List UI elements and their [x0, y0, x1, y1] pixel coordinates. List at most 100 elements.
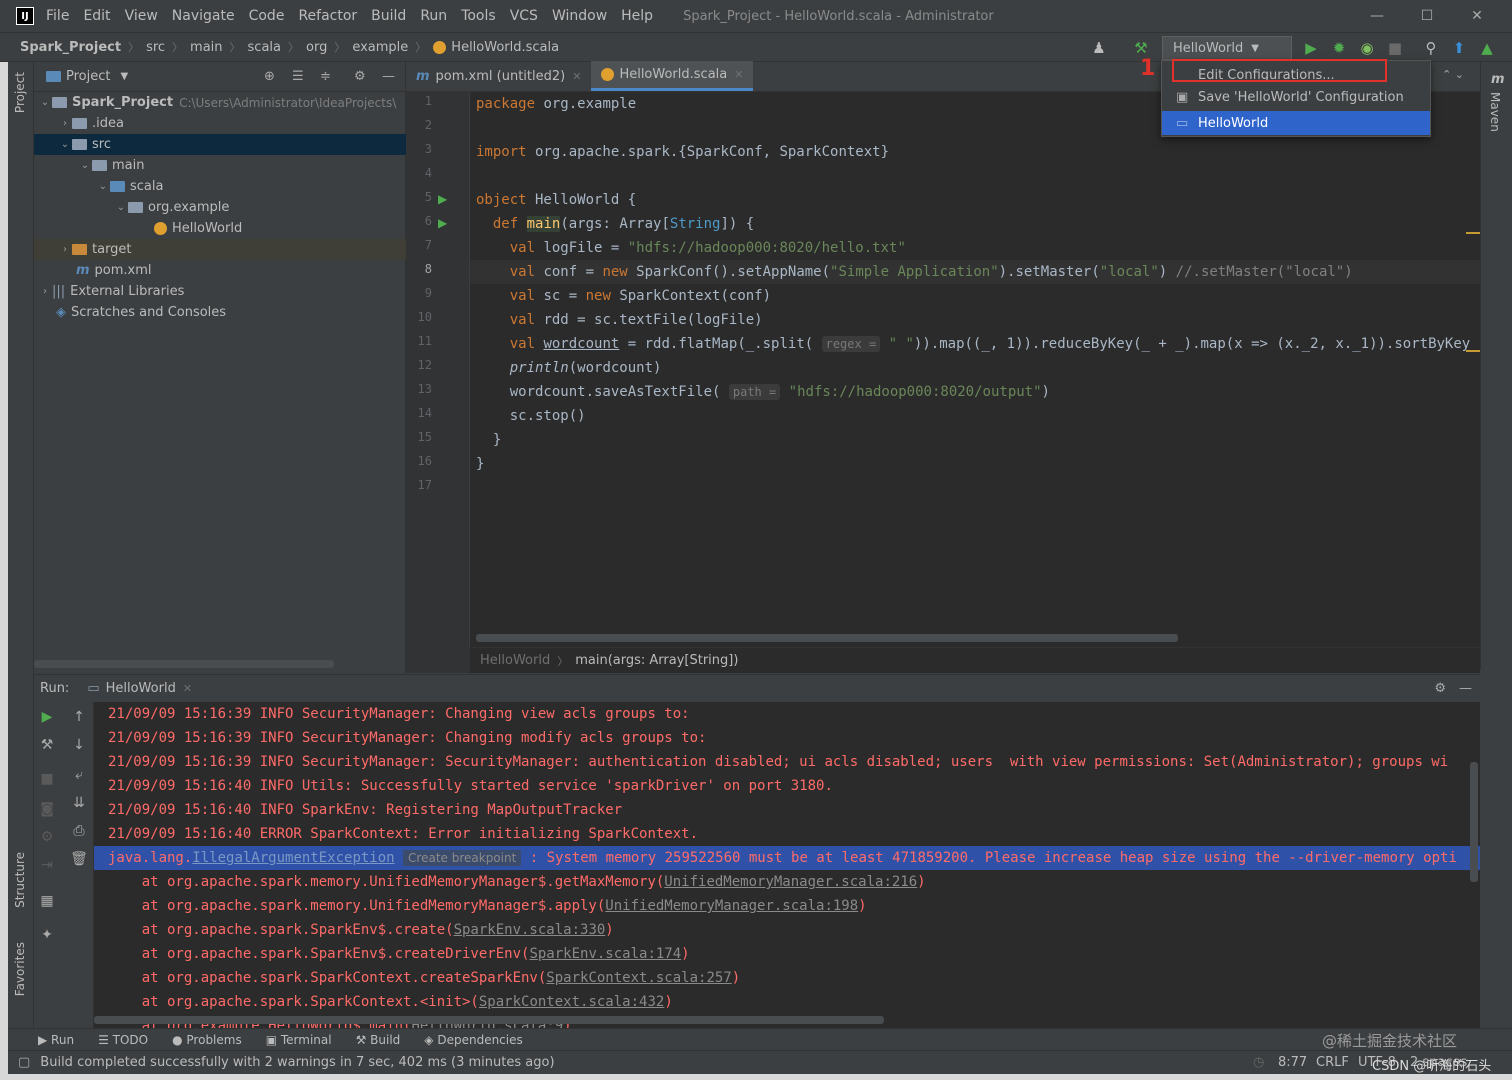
chevron-down-icon[interactable]: ⌄ [38, 97, 52, 108]
tool-tab-run[interactable]: ▶ Run [38, 1033, 74, 1047]
update-icon[interactable]: ⬆ [1448, 37, 1470, 59]
minimize-button[interactable]: — [1352, 0, 1402, 32]
scroll-to-end-icon[interactable]: ⇊ [68, 792, 90, 814]
breadcrumb-object[interactable]: HelloWorld [480, 653, 550, 668]
menu-help[interactable]: Help [621, 8, 653, 24]
exit-icon[interactable]: ⇥ [36, 854, 58, 876]
tree-item-main[interactable]: ⌄ main [34, 155, 406, 176]
project-panel-title[interactable]: Project [66, 69, 110, 84]
breadcrumb-file[interactable]: HelloWorld.scala [451, 40, 559, 55]
arrow-up-icon[interactable]: ↑ [68, 706, 90, 728]
close-icon[interactable]: ✕ [183, 682, 192, 695]
tree-item-target[interactable]: › target [34, 239, 406, 260]
tree-item-spark-project[interactable]: ⌄ Spark_Project C:\Users\Administrator\I… [34, 92, 406, 113]
camera-icon[interactable]: ◙ [36, 798, 58, 820]
breadcrumb-org[interactable]: org [306, 40, 327, 55]
source-link[interactable]: UnifiedMemoryManager.scala:216 [664, 874, 917, 890]
wrench-icon[interactable]: ⚒ [36, 734, 58, 756]
tool-tab-problems[interactable]: ● Problems [172, 1033, 242, 1047]
breadcrumb-example[interactable]: example [352, 40, 408, 55]
chevron-down-icon[interactable]: ⌄ [58, 139, 72, 150]
tree-item-pom-xml[interactable]: m pom.xml [34, 260, 406, 281]
save-configuration-item[interactable]: ▣ Save 'HelloWorld' Configuration [1162, 85, 1430, 109]
warning-marker[interactable] [1466, 232, 1480, 234]
tool-tab-build[interactable]: ⚒ Build [356, 1033, 401, 1047]
chevron-right-icon[interactable]: › [58, 244, 72, 255]
breadcrumb-src[interactable]: src [146, 40, 165, 55]
breadcrumb-method[interactable]: main(args: Array[String]) [575, 653, 738, 668]
project-tool-button[interactable]: Project [13, 72, 27, 113]
stop-icon[interactable]: ■ [36, 768, 58, 790]
arrow-down-icon[interactable]: ↓ [68, 734, 90, 756]
horizontal-scrollbar[interactable] [34, 660, 334, 668]
expand-all-icon[interactable]: ☰ [292, 69, 304, 84]
tree-item-helloworld[interactable]: HelloWorld [34, 218, 406, 239]
tab-helloworld-scala[interactable]: HelloWorld.scala ✕ [591, 61, 754, 91]
tree-item-idea[interactable]: › .idea [34, 113, 406, 134]
hide-panel-icon[interactable]: — [382, 69, 395, 84]
stop-icon[interactable]: ■ [1384, 37, 1406, 59]
chevron-down-icon[interactable]: ⌄ [78, 160, 92, 171]
structure-tool-button[interactable]: Structure [13, 852, 27, 908]
coverage-icon[interactable]: ◉ [1356, 37, 1378, 59]
favorites-tool-button[interactable]: Favorites [13, 942, 27, 996]
run-gutter-icon[interactable]: ▶ [438, 216, 447, 230]
trash-icon[interactable]: 🗑 [68, 848, 90, 870]
tree-item-scala[interactable]: ⌄ scala [34, 176, 406, 197]
chevron-down-icon[interactable]: ⌄ [96, 181, 110, 192]
editor-horizontal-scrollbar[interactable] [476, 634, 1178, 642]
line-separator[interactable]: CRLF [1316, 1055, 1349, 1070]
tree-item-scratches[interactable]: ◈ Scratches and Consoles [34, 302, 406, 323]
breadcrumb-scala[interactable]: scala [248, 40, 281, 55]
console-output[interactable]: 21/09/09 15:16:39 INFO SecurityManager: … [94, 702, 1480, 1028]
gear-icon[interactable]: ⚙ [354, 69, 366, 84]
chevron-down-icon[interactable]: ▼ [120, 71, 128, 82]
source-link[interactable]: UnifiedMemoryManager.scala:198 [605, 898, 858, 914]
status-message[interactable]: Build completed successfully with 2 warn… [40, 1055, 554, 1070]
code-editor[interactable]: package org.example import org.apache.sp… [470, 92, 1480, 647]
menu-refactor[interactable]: Refactor [298, 8, 357, 24]
gear-icon[interactable]: ⚙ [1434, 681, 1446, 696]
search-icon[interactable]: ⚲ [1420, 37, 1442, 59]
tab-pom-xml[interactable]: m pom.xml (untitled2) ✕ [406, 61, 591, 91]
chevron-right-icon[interactable]: › [58, 118, 72, 129]
menu-build[interactable]: Build [371, 8, 406, 24]
close-icon[interactable]: ✕ [572, 70, 581, 83]
run-tab-helloworld[interactable]: HelloWorld [106, 681, 176, 696]
square-icon[interactable]: ▢ [18, 1055, 30, 1070]
run-icon[interactable]: ▶ [1300, 37, 1322, 59]
chevron-down-icon[interactable]: ⌄ [114, 202, 128, 213]
print-icon[interactable]: ⎙ [68, 820, 90, 842]
source-link[interactable]: SparkContext.scala:257 [546, 970, 731, 986]
user-icon[interactable]: ♟ [1088, 37, 1110, 59]
breadcrumb-project[interactable]: Spark_Project [20, 40, 121, 55]
source-link[interactable]: SparkEnv.scala:330 [454, 922, 606, 938]
menu-tools[interactable]: Tools [461, 8, 496, 24]
console-horizontal-scrollbar[interactable] [94, 1016, 884, 1024]
menu-edit[interactable]: Edit [83, 8, 110, 24]
debug-bug-icon[interactable]: ✹ [1328, 37, 1350, 59]
tool-tab-dependencies[interactable]: ◈ Dependencies [424, 1033, 522, 1047]
run-configuration-selector[interactable]: HelloWorld ▼ [1162, 36, 1292, 60]
maximize-button[interactable]: ☐ [1402, 0, 1452, 32]
settings-icon[interactable]: ⚙ [36, 826, 58, 848]
source-link[interactable]: SparkEnv.scala:174 [529, 946, 681, 962]
locate-file-icon[interactable]: ⊕ [264, 69, 275, 84]
menu-vcs[interactable]: VCS [510, 8, 538, 24]
layout-icon[interactable]: ▦ [36, 890, 58, 912]
chevron-up-down-icon[interactable]: ⌃ ⌄ [1442, 68, 1464, 81]
maven-tool-button[interactable]: Maven [1488, 92, 1502, 132]
tree-item-org-example[interactable]: ⌄ org.example [34, 197, 406, 218]
menu-window[interactable]: Window [552, 8, 607, 24]
menu-view[interactable]: View [125, 8, 158, 24]
pin-icon[interactable]: ✦ [36, 924, 58, 946]
close-icon[interactable]: ✕ [734, 68, 743, 81]
create-breakpoint-hint[interactable]: Create breakpoint [403, 850, 522, 866]
close-button[interactable]: ✕ [1452, 0, 1502, 32]
chevron-right-icon[interactable]: › [38, 286, 52, 297]
tool-tab-todo[interactable]: ☰ TODO [98, 1033, 148, 1047]
rerun-icon[interactable]: ▶ [36, 706, 58, 728]
menu-run[interactable]: Run [420, 8, 447, 24]
run-gutter-icon[interactable]: ▶ [438, 192, 447, 206]
console-vertical-scrollbar[interactable] [1470, 762, 1478, 882]
